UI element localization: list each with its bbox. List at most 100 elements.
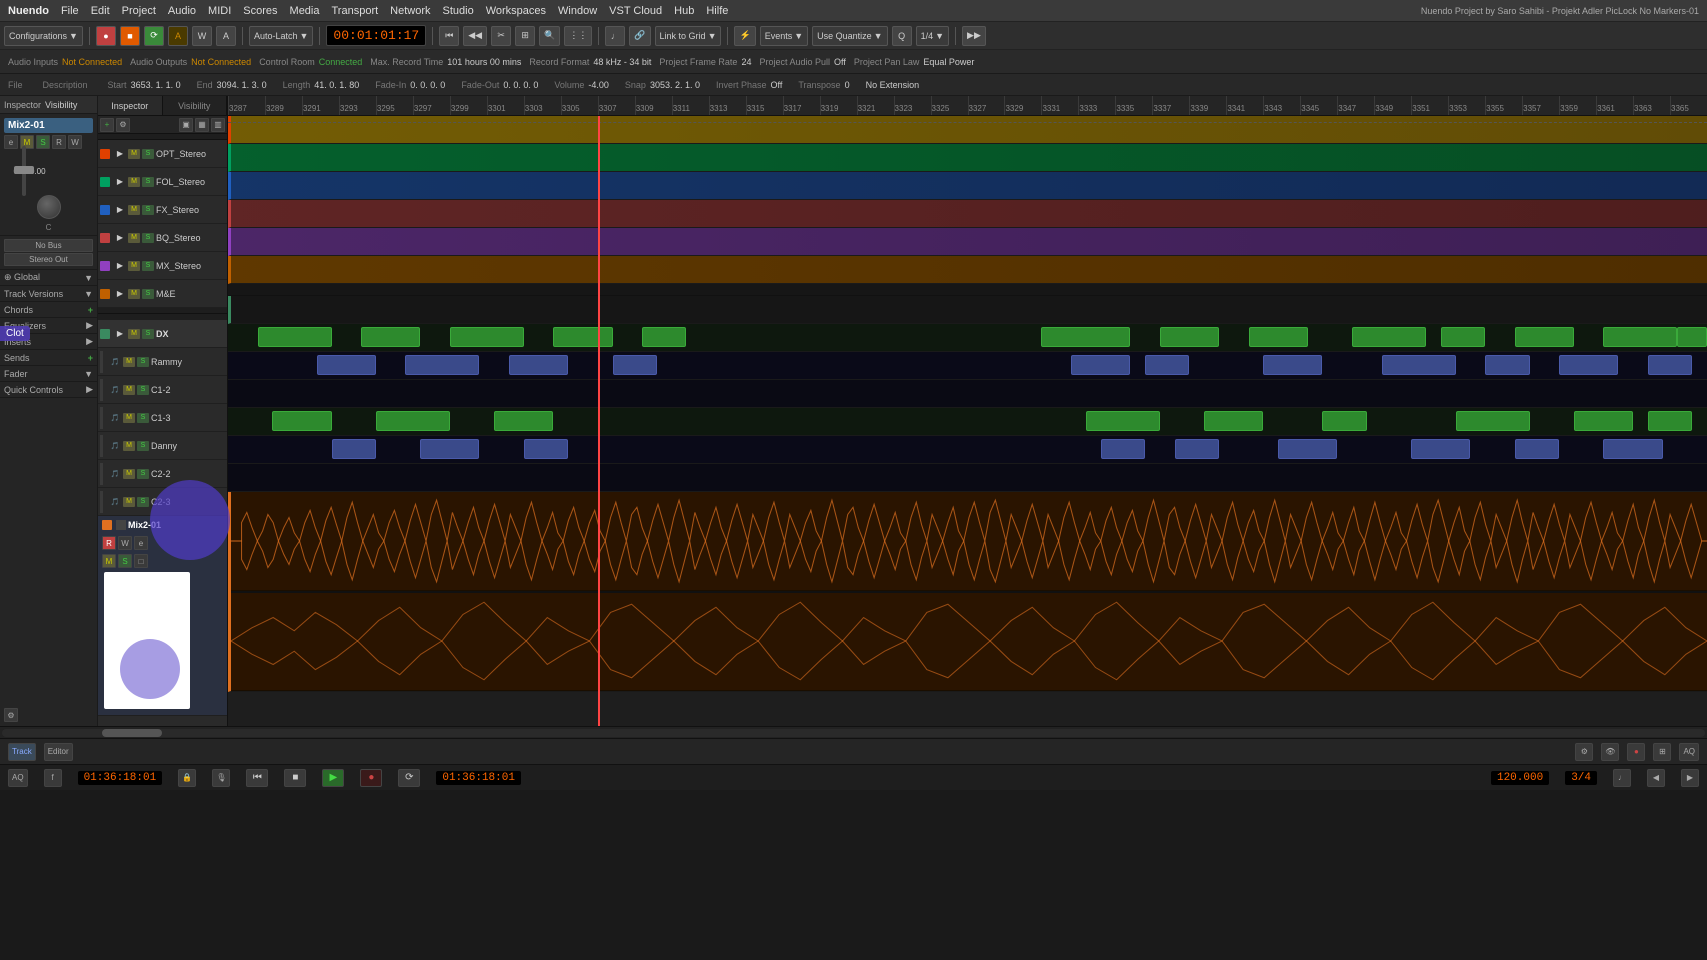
- st-aq-btn[interactable]: AQ: [8, 769, 28, 787]
- tracks-timeline[interactable]: [228, 116, 1707, 726]
- hscroll-thumb[interactable]: [102, 729, 162, 737]
- clip-c22-6[interactable]: [1278, 439, 1337, 459]
- track-versions-row[interactable]: Track Versions ▼: [0, 286, 97, 302]
- equalizers-row[interactable]: Equalizers ▶: [0, 318, 97, 334]
- clip-rammy-7[interactable]: [1160, 327, 1219, 347]
- link-grid-dropdown[interactable]: Link to Grid ▼: [655, 26, 722, 46]
- track-mute-mae[interactable]: M: [128, 289, 140, 299]
- track-mute-fx[interactable]: M: [128, 205, 140, 215]
- clip-c22-9[interactable]: [1603, 439, 1662, 459]
- track-row-mae[interactable]: ▶ M S M&E: [98, 280, 227, 308]
- tb-cut[interactable]: ✂: [491, 26, 511, 46]
- tc-col2[interactable]: ▦: [195, 118, 209, 132]
- st-rewind-btn[interactable]: ⏮: [246, 769, 268, 787]
- track-row-danny[interactable]: 🎵 M S Danny: [98, 432, 227, 460]
- menu-edit[interactable]: Edit: [91, 5, 110, 17]
- add-track-btn[interactable]: +: [100, 118, 114, 132]
- track-solo-fol[interactable]: S: [142, 177, 154, 187]
- btn-w2[interactable]: W: [68, 135, 82, 149]
- st-cycle-btn[interactable]: ⟳: [398, 769, 420, 787]
- bb-eye-icon[interactable]: 👁: [1601, 743, 1619, 761]
- clip-c12-5[interactable]: [1071, 355, 1130, 375]
- clip-danny-4[interactable]: [1086, 411, 1160, 431]
- clip-c12-3[interactable]: [509, 355, 568, 375]
- track-mute-mx[interactable]: M: [128, 261, 140, 271]
- tb-grid[interactable]: ⋮⋮: [564, 26, 592, 46]
- track-solo-danny[interactable]: S: [137, 441, 149, 451]
- mix201-btn-e[interactable]: e: [134, 536, 148, 550]
- st-mic-btn[interactable]: 🎙: [212, 769, 230, 787]
- menu-scores[interactable]: Scores: [243, 5, 277, 17]
- st-end-r[interactable]: ◀: [1647, 769, 1665, 787]
- track-mute-c12[interactable]: M: [123, 385, 135, 395]
- tc-settings[interactable]: ⚙: [116, 118, 130, 132]
- clip-c12-6[interactable]: [1145, 355, 1189, 375]
- clip-c22-5[interactable]: [1175, 439, 1219, 459]
- clip-rammy-6[interactable]: [1041, 327, 1130, 347]
- track-solo-c13[interactable]: S: [137, 413, 149, 423]
- st-stop-btn[interactable]: ■: [284, 769, 306, 787]
- mix201-btn-r[interactable]: R: [102, 536, 116, 550]
- track-mute-c23[interactable]: M: [123, 497, 135, 507]
- track-mute-bq[interactable]: M: [128, 233, 140, 243]
- quantize-value-dropdown[interactable]: 1/4 ▼: [916, 26, 949, 46]
- track-solo-c12[interactable]: S: [137, 385, 149, 395]
- clip-danny-5[interactable]: [1204, 411, 1263, 431]
- st-lock-btn[interactable]: 🔒: [178, 769, 196, 787]
- clip-c12-9[interactable]: [1485, 355, 1529, 375]
- clip-c12-1[interactable]: [317, 355, 376, 375]
- fader-row[interactable]: Fader ▼: [0, 366, 97, 382]
- global-dropdown[interactable]: ⊕ Global ▼: [0, 270, 97, 286]
- clip-c22-8[interactable]: [1515, 439, 1559, 459]
- mix201-btn-s[interactable]: S: [118, 554, 132, 568]
- track-row-bq[interactable]: ▶ M S BQ_Stereo: [98, 224, 227, 252]
- fader-thumb[interactable]: [14, 166, 34, 174]
- menu-project[interactable]: Project: [122, 5, 156, 17]
- track-solo-bq[interactable]: S: [142, 233, 154, 243]
- tb-btn-rec[interactable]: ●: [96, 26, 116, 46]
- clip-danny-8[interactable]: [1574, 411, 1633, 431]
- bb-record-icon[interactable]: ●: [1627, 743, 1645, 761]
- tc-col3[interactable]: ▥: [211, 118, 225, 132]
- chords-row[interactable]: Chords +: [0, 302, 97, 318]
- stereo-out-btn[interactable]: Stereo Out: [4, 253, 93, 266]
- mix201-btn-m[interactable]: M: [102, 554, 116, 568]
- btn-s[interactable]: S: [36, 135, 50, 149]
- track-mute-opt[interactable]: M: [128, 149, 140, 159]
- bb-snap-icon[interactable]: AQ: [1679, 743, 1699, 761]
- track-solo-mae[interactable]: S: [142, 289, 154, 299]
- tb-metro[interactable]: ♩: [605, 26, 625, 46]
- clip-rammy-4[interactable]: [553, 327, 612, 347]
- tab-track[interactable]: Track: [8, 743, 36, 761]
- track-mute-danny[interactable]: M: [123, 441, 135, 451]
- st-fx-btn[interactable]: f: [44, 769, 62, 787]
- events-dropdown[interactable]: Events ▼: [760, 26, 808, 46]
- tb-q[interactable]: Q: [892, 26, 912, 46]
- mix201-btn-pad[interactable]: □: [134, 554, 148, 568]
- clip-c22-7[interactable]: [1411, 439, 1470, 459]
- menu-transport[interactable]: Transport: [332, 5, 379, 17]
- inserts-row[interactable]: Inserts ▶: [0, 334, 97, 350]
- st-record-btn[interactable]: ●: [360, 769, 382, 787]
- menu-studio[interactable]: Studio: [443, 5, 474, 17]
- quick-controls-row[interactable]: Quick Controls ▶: [0, 382, 97, 398]
- track-row-mix201[interactable]: Mix2-01 R W e M S □: [98, 516, 227, 716]
- track-mute-fol[interactable]: M: [128, 177, 140, 187]
- tb-link[interactable]: 🔗: [629, 26, 650, 46]
- track-solo-mx[interactable]: S: [142, 261, 154, 271]
- track-row-rammy[interactable]: 🎵 M S Rammy: [98, 348, 227, 376]
- vis-tab-visibility[interactable]: Visibility: [163, 96, 228, 115]
- tb-btn-punch[interactable]: A: [168, 26, 188, 46]
- tc-col1[interactable]: ▣: [179, 118, 193, 132]
- clip-rammy-2[interactable]: [361, 327, 420, 347]
- vis-tab-inspector[interactable]: Inspector: [98, 96, 163, 115]
- menu-workspaces[interactable]: Workspaces: [486, 5, 546, 17]
- clip-c22-3[interactable]: [524, 439, 568, 459]
- menu-network[interactable]: Network: [390, 5, 430, 17]
- bb-grid-icon[interactable]: ⊞: [1653, 743, 1671, 761]
- tb-btn-w[interactable]: W: [192, 26, 212, 46]
- track-row-fx[interactable]: ▶ M S FX_Stereo: [98, 196, 227, 224]
- clip-danny-6[interactable]: [1322, 411, 1366, 431]
- settings-icon[interactable]: ⚙: [4, 708, 18, 722]
- track-row-c12[interactable]: 🎵 M S C1-2: [98, 376, 227, 404]
